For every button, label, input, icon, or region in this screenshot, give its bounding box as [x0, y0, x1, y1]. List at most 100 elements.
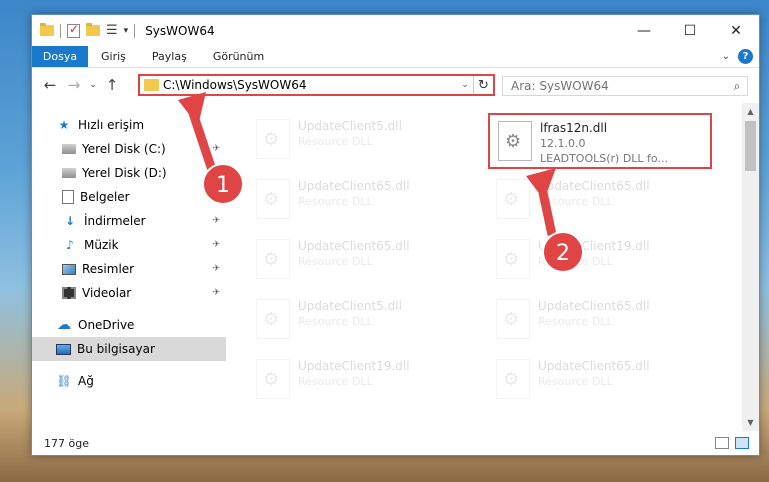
pin-icon[interactable]: ✈: [212, 288, 220, 298]
search-input[interactable]: [511, 79, 727, 93]
address-path[interactable]: C:\Windows\SysWOW64: [163, 78, 457, 92]
view-switcher: [715, 437, 749, 449]
tab-view[interactable]: Görünüm: [200, 46, 277, 67]
scroll-down-icon[interactable]: ▼: [742, 414, 759, 431]
list-item[interactable]: UpdateClient5.dll Resource DLL: [248, 113, 472, 169]
quick-access-toolbar: ☰ ▾: [32, 22, 136, 38]
file-type: Resource DLL: [298, 375, 373, 388]
details-view-icon[interactable]: [715, 437, 729, 449]
pin-icon[interactable]: ✈: [212, 144, 220, 154]
sidebar-item-onedrive[interactable]: ☁ OneDrive: [32, 313, 226, 337]
pin-icon[interactable]: ✈: [212, 216, 220, 226]
file-type: Resource DLL: [298, 315, 373, 328]
content-area: ★ Hızlı erişim Yerel Disk (C:) ✈ Yerel D…: [32, 103, 759, 431]
sidebar-item-label: Müzik: [84, 238, 119, 252]
file-name: UpdateClient19.dll: [538, 239, 650, 253]
customize-icon[interactable]: ☰: [106, 23, 118, 38]
tab-home[interactable]: Giriş: [88, 46, 139, 67]
recent-locations-button[interactable]: ⌄: [86, 80, 100, 90]
search-icon[interactable]: ⌕: [727, 79, 747, 94]
tab-file[interactable]: Dosya: [32, 46, 88, 67]
sidebar-item-network[interactable]: ⛓ Ağ: [32, 369, 226, 393]
ribbon-tabs: Dosya Giriş Paylaş Görünüm ⌄ ?: [32, 46, 759, 68]
folder-icon: [144, 79, 159, 91]
chevron-down-icon[interactable]: ▾: [124, 26, 129, 36]
properties-check-icon[interactable]: [67, 22, 80, 38]
sidebar-item-local-disk-d[interactable]: Yerel Disk (D:): [32, 161, 226, 185]
address-bar[interactable]: C:\Windows\SysWOW64 ⌄ ↻: [138, 74, 495, 96]
computer-icon: [56, 343, 71, 355]
navigation-pane: ★ Hızlı erişim Yerel Disk (C:) ✈ Yerel D…: [32, 103, 226, 431]
large-icons-view-icon[interactable]: [735, 437, 749, 449]
sidebar-item-label: Belgeler: [80, 190, 130, 204]
file-type: Resource DLL: [538, 315, 613, 328]
refresh-button[interactable]: ↻: [473, 76, 493, 94]
minimize-button[interactable]: —: [621, 15, 667, 46]
file-name: UpdateClient19.dll: [298, 359, 410, 373]
help-icon[interactable]: ?: [738, 49, 753, 64]
folder-icon: [40, 23, 54, 36]
file-type: Resource DLL: [538, 255, 613, 268]
sidebar-item-label: Ağ: [78, 374, 94, 388]
cloud-icon: ☁: [57, 317, 71, 333]
dll-file-icon: [496, 179, 530, 219]
sidebar-item-downloads[interactable]: ↓ İndirmeler ✈: [32, 209, 226, 233]
highlighted-file-lfras12n[interactable]: lfras12n.dll 12.1.0.0 LEADTOOLS(r) DLL f…: [488, 113, 712, 169]
scroll-up-icon[interactable]: ▲: [742, 103, 759, 120]
list-item[interactable]: UpdateClient5.dll Resource DLL: [248, 293, 472, 349]
forward-button[interactable]: →: [62, 76, 86, 94]
address-dropdown-icon[interactable]: ⌄: [457, 80, 473, 90]
vertical-scrollbar[interactable]: ▲ ▼: [742, 103, 759, 431]
video-icon: [62, 287, 76, 299]
sidebar-item-documents[interactable]: Belgeler: [32, 185, 226, 209]
pictures-icon: [62, 263, 76, 275]
file-type: Resource DLL: [538, 195, 613, 208]
list-item[interactable]: UpdateClient65.dll Resource DLL: [248, 233, 472, 289]
dll-file-icon: [496, 359, 530, 399]
back-button[interactable]: ←: [38, 76, 62, 94]
list-item[interactable]: UpdateClient65.dll Resource DLL: [488, 173, 712, 229]
dll-file-icon: [256, 239, 290, 279]
close-button[interactable]: ✕: [713, 15, 759, 46]
file-name: UpdateClient5.dll: [298, 119, 402, 133]
sidebar-item-label: OneDrive: [78, 318, 135, 332]
up-button[interactable]: ↑: [100, 76, 124, 94]
sidebar-item-label: Yerel Disk (C:): [82, 142, 166, 156]
file-type: Resource DLL: [298, 135, 373, 148]
sidebar-item-this-pc[interactable]: Bu bilgisayar: [32, 337, 226, 361]
item-count: 177 öge: [44, 436, 89, 450]
new-folder-icon[interactable]: [86, 23, 100, 36]
network-icon: ⛓: [56, 374, 72, 388]
sidebar-item-music[interactable]: ♪ Müzik ✈: [32, 233, 226, 257]
dll-file-icon: [498, 121, 532, 161]
list-item[interactable]: UpdateClient19.dll Resource DLL: [248, 353, 472, 409]
file-name: UpdateClient65.dll: [538, 299, 650, 313]
file-name: UpdateClient5.dll: [298, 299, 402, 313]
sidebar-item-quick-access[interactable]: ★ Hızlı erişim: [32, 113, 226, 137]
list-item[interactable]: UpdateClient65.dll Resource DLL: [488, 353, 712, 409]
window-controls: — ☐ ✕: [621, 15, 759, 46]
maximize-button[interactable]: ☐: [667, 15, 713, 46]
file-type: Resource DLL: [298, 195, 373, 208]
list-item[interactable]: UpdateClient65.dll Resource DLL: [248, 173, 472, 229]
navigation-bar: ← → ⌄ ↑ C:\Windows\SysWOW64 ⌄ ↻ ⌕: [32, 68, 759, 102]
toolbar-divider: [134, 23, 136, 38]
list-item[interactable]: UpdateClient65.dll Resource DLL: [488, 293, 712, 349]
pin-icon[interactable]: ✈: [212, 240, 220, 250]
download-icon: ↓: [64, 214, 76, 228]
tab-share[interactable]: Paylaş: [139, 46, 200, 67]
file-name: lfras12n.dll: [540, 121, 608, 135]
music-icon: ♪: [66, 238, 74, 252]
pin-icon[interactable]: ✈: [212, 264, 220, 274]
status-bar: 177 öge: [32, 431, 759, 455]
sidebar-item-pictures[interactable]: Resimler ✈: [32, 257, 226, 281]
file-name: UpdateClient65.dll: [298, 239, 410, 253]
sidebar-item-local-disk-c[interactable]: Yerel Disk (C:) ✈: [32, 137, 226, 161]
expand-ribbon-icon[interactable]: ⌄: [722, 51, 730, 62]
sidebar-item-label: Yerel Disk (D:): [82, 166, 167, 180]
scroll-thumb[interactable]: [745, 121, 756, 171]
list-item[interactable]: UpdateClient19.dll Resource DLL: [488, 233, 712, 289]
sidebar-item-videos[interactable]: Videolar ✈: [32, 281, 226, 305]
search-box[interactable]: ⌕: [502, 76, 748, 96]
